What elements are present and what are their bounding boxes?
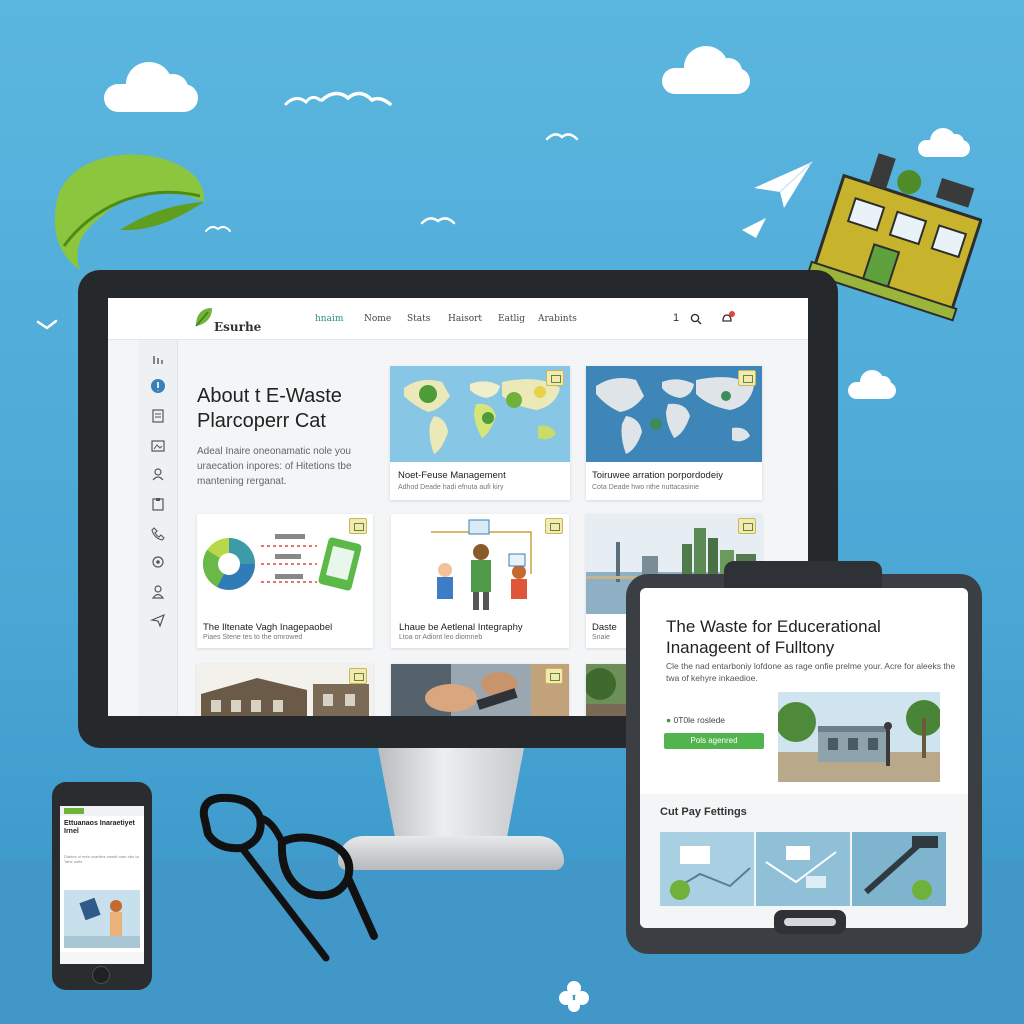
hero-title: About t E-Waste Plarcoperr Cat (197, 385, 342, 432)
recycling-diagram-image (197, 514, 373, 614)
bookmark-icon[interactable] (349, 668, 367, 684)
clover-icon (559, 981, 589, 1012)
bird-icon (545, 133, 579, 141)
sidebar (138, 340, 178, 716)
card-subtitle: Snaie (592, 634, 610, 641)
phone-screen: Ettuanaos Inaraetiyet Irnel Dialrne ol m… (60, 806, 144, 964)
user-icon[interactable] (150, 466, 166, 482)
card-title: Daste (592, 622, 617, 633)
site-header: Esurhe hnaim Nome Stats Haisort Eatlig A… (108, 298, 808, 340)
nav-link-home[interactable]: hnaim (315, 314, 343, 324)
settings-thumbnail[interactable] (852, 832, 946, 906)
world-map-image (586, 366, 762, 462)
glasses-icon (199, 793, 378, 962)
classroom-illustration (391, 514, 569, 614)
card-building[interactable] (197, 664, 373, 716)
hero-description: Adeal Inaire oneonamatic nole you uraeca… (197, 446, 352, 487)
tablet-home-button[interactable] (774, 910, 846, 934)
bookmark-icon[interactable] (545, 668, 563, 684)
card-title: Noet-Feuse Management (398, 470, 506, 481)
settings-thumbnail[interactable] (756, 832, 850, 906)
tablet-description: Cle the nad entarboniy lofdone as rage o… (666, 661, 956, 683)
bookmark-icon[interactable] (349, 518, 367, 534)
bookmark-icon[interactable] (738, 370, 756, 386)
nav-link[interactable]: Stats (407, 314, 430, 324)
card-subtitle: Piaes Stene tes to the omrowed (203, 634, 303, 641)
scene: Esurhe hnaim Nome Stats Haisort Eatlig A… (0, 0, 1024, 1024)
notification-icon[interactable] (720, 310, 736, 326)
bookmark-icon[interactable] (545, 518, 563, 534)
bird-icon (742, 218, 766, 238)
send-icon[interactable] (150, 612, 166, 628)
document-icon[interactable] (150, 408, 166, 424)
card-subtitle: Adhod Deade hadi efnuta aufi kiry (398, 484, 504, 491)
card-title: The Iltenate Vagh Inagepaobel (203, 622, 333, 633)
card-subtitle: Cota Deade hwo nthe nuttacasinie (592, 484, 700, 491)
card-waste-management[interactable]: Noet-Feuse Management Adhod Deade hadi e… (390, 366, 570, 500)
phone-hero-image (64, 890, 140, 948)
leaf-icon (54, 154, 205, 270)
settings-thumbnail[interactable] (660, 832, 754, 906)
nav-link[interactable]: Nome (364, 314, 391, 324)
card-hands[interactable] (391, 664, 569, 716)
tablet-action-button[interactable]: Pols agenred (664, 733, 764, 749)
phone-icon[interactable] (150, 526, 166, 542)
search-icon[interactable] (690, 313, 702, 325)
phone-title: Ettuanaos Inaraetiyet Irnel (64, 820, 135, 835)
card-title: Toiruwee arration porpordodeiy (592, 470, 723, 481)
nav-link[interactable]: Arabints (538, 314, 577, 324)
nav-link[interactable]: Haisort (448, 314, 482, 324)
bookmark-icon[interactable] (738, 518, 756, 534)
phone-home-button[interactable] (92, 966, 110, 984)
tablet-screen: The Waste for Educerational Inanageent o… (640, 588, 968, 928)
container-building-photo (778, 692, 940, 782)
bird-icon (420, 217, 456, 225)
hands-repair-image (391, 664, 569, 716)
phone-bottom-nav (60, 952, 144, 964)
phone-logo-icon[interactable] (64, 808, 84, 814)
card-subtitle: Ltoa or Adiont leo diomneb (399, 634, 483, 641)
phone-description: Dialrne ol meb voanlies inesbt oran obu … (64, 854, 139, 864)
bird-icon (36, 319, 58, 330)
cloud (104, 62, 198, 112)
bookmark-icon[interactable] (546, 370, 564, 386)
leaf-logo-icon[interactable] (194, 306, 214, 328)
cloud (662, 46, 750, 94)
stat-dot-icon: ● (666, 715, 672, 725)
menu-icon[interactable] (150, 352, 166, 368)
nav-link[interactable]: Eatlig (498, 314, 525, 324)
tablet-stat-text: 0T0le roslede (673, 715, 726, 725)
site-logo-text[interactable]: Esurhe (214, 320, 261, 334)
birds-icon (284, 91, 392, 106)
settings-icon[interactable] (150, 554, 166, 570)
card-diagram[interactable]: The Iltenate Vagh Inagepaobel Piaes Sten… (197, 514, 373, 648)
tablet-title: The Waste for Educerational Inanageent o… (666, 617, 881, 657)
card-operations[interactable]: Toiruwee arration porpordodeiy Cota Dead… (586, 366, 762, 500)
profile-icon[interactable] (150, 584, 166, 600)
building-image (197, 664, 373, 716)
card-title: Lhaue be Aetlenal Integraphy (399, 622, 523, 633)
monitor-stand (378, 748, 524, 840)
card-education[interactable]: Lhaue be Aetlenal Integraphy Ltoa or Adi… (391, 514, 569, 648)
home-icon[interactable] (150, 378, 166, 394)
clipboard-icon[interactable] (150, 496, 166, 512)
tablet-stat: ● 0T0le roslede (666, 715, 725, 725)
world-map-image (390, 366, 570, 462)
cloud (848, 370, 896, 399)
header-number[interactable]: 1 (673, 312, 679, 324)
image-icon[interactable] (150, 438, 166, 454)
tablet-section-title: Cut Pay Fettings (660, 806, 747, 818)
